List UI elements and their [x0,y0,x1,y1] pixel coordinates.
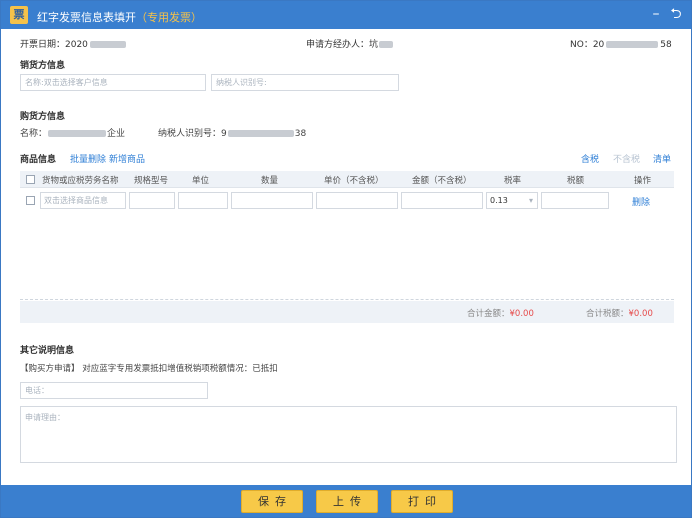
row-spec-input[interactable] [129,192,175,209]
applicant-name: 申请方经办人：坑 [306,37,394,50]
col-tax-rate: 税率 [504,176,522,186]
col-quantity: 数量 [261,176,279,186]
row-amount-input[interactable] [401,192,483,209]
window-subtitle: 专用发票 [147,11,191,24]
list-link[interactable]: 清单 [653,152,671,165]
reason-textarea[interactable]: 申请理由： [20,406,677,463]
col-tax-amount: 税额 [567,176,585,186]
buyer-taxid: 纳税人识别号：9 38 [158,129,307,139]
buyer-section-title: 购货方信息 [20,112,66,122]
row-delete-link[interactable]: 删除 [632,195,650,208]
col-unit-price: 单价（不含税） [324,176,384,186]
minimize-icon[interactable]: – [647,5,665,23]
buyer-apply-note: 【购买方申请】 对应蓝字专用发票抵扣增值税销项税额情况：已抵扣 [20,364,278,374]
window-title: 红字发票信息表填开（专用发票） [37,11,202,24]
chevron-down-icon: ▾ [528,196,533,205]
row-tax-amount-input[interactable] [541,192,609,209]
print-button[interactable]: 打印 [391,490,453,513]
totals-bar: 合计金额：¥0.00 合计税额：¥0.00 [20,301,674,323]
save-button[interactable]: 保存 [241,490,303,513]
tax-excluded-toggle[interactable]: 不含税 [613,152,640,165]
batch-delete-link[interactable]: 批量删除 [70,152,106,165]
goods-section-title: 商品信息 [20,155,57,165]
tax-included-toggle[interactable]: 含税 [581,152,599,165]
invoice-window: 票 红字发票信息表填开（专用发票） – ⮌ 开票日期：2020 申请方经办人：坑… [0,0,692,518]
seller-taxid-input[interactable]: 纳税人识别号: [211,74,399,91]
invoice-logo-icon: 票 [10,6,28,24]
other-section-title: 其它说明信息 [20,346,75,356]
row-name-input[interactable]: 双击选择商品信息 [40,192,126,209]
upload-button[interactable]: 上传 [316,490,378,513]
row-checkbox[interactable] [26,196,35,205]
goods-table-header: 货物或应税劳务名称 规格型号 单位 数量 单价（不含税） 金额（不含税） 税率 … [20,171,674,188]
buyer-name: 名称： 企业 [20,129,126,139]
back-icon[interactable]: ⮌ [667,5,685,23]
row-unit-price-input[interactable] [316,192,398,209]
total-tax: 合计税额：¥0.00 [586,309,653,319]
row-unit-input[interactable] [178,192,228,209]
col-action: 操作 [634,176,652,186]
col-amount: 金额（不含税） [412,176,472,186]
col-unit: 单位 [192,176,210,186]
invoice-number: NO：20 58 [570,40,672,50]
footer-bar: 保存 上传 打印 [1,485,691,517]
select-all-checkbox[interactable] [26,175,35,184]
total-amount: 合计金额：¥0.00 [467,309,534,319]
row-tax-rate-select[interactable]: 0.13 ▾ [486,192,538,209]
row-quantity-input[interactable] [231,192,313,209]
add-item-link[interactable]: 新增商品 [109,152,145,165]
seller-section-title: 销货方信息 [20,61,66,71]
col-spec: 规格型号 [134,176,169,186]
col-name: 货物或应税劳务名称 [42,176,119,186]
phone-input[interactable]: 电话： [20,382,208,399]
title-bar: 票 红字发票信息表填开（专用发票） – ⮌ [1,1,691,29]
seller-name-input[interactable]: 名称:双击选择客户信息 [20,74,206,91]
invoice-date: 开票日期：2020 [20,37,126,50]
